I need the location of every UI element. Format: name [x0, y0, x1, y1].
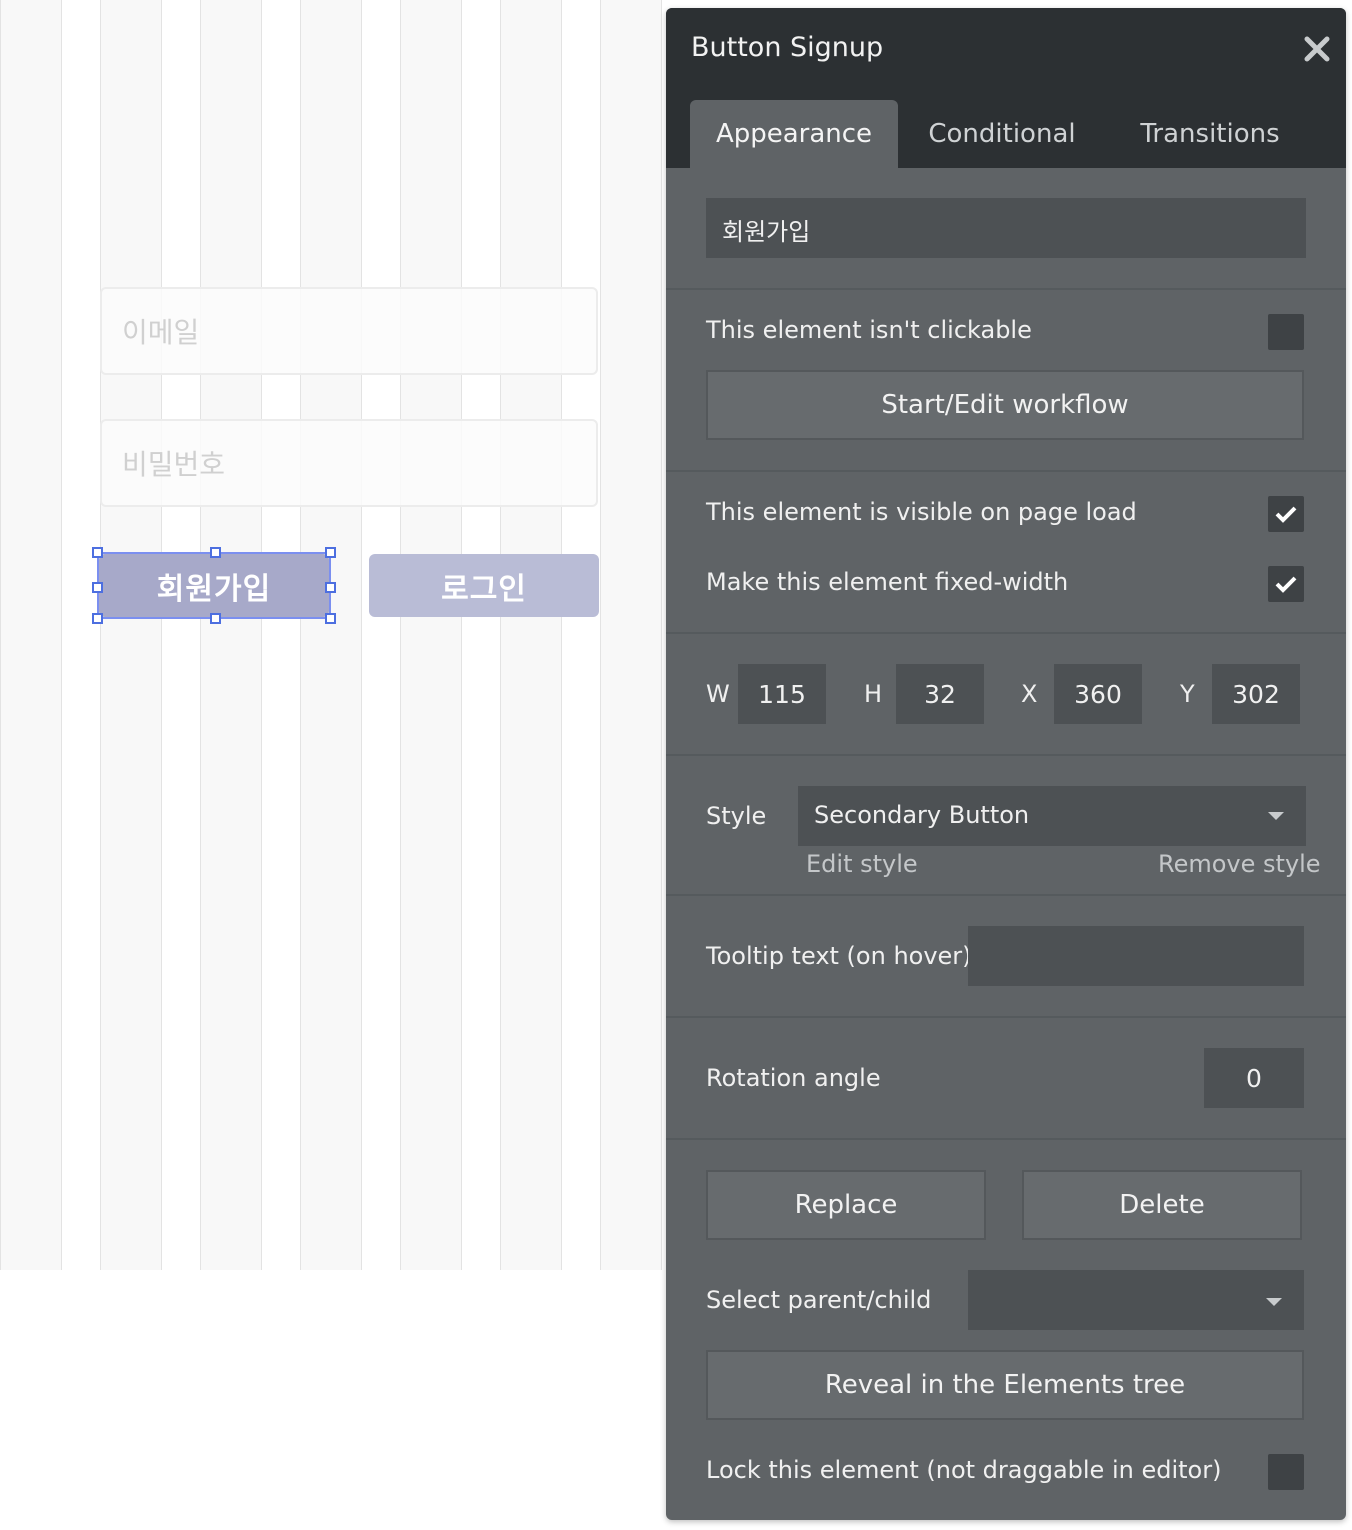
resize-handle-top[interactable] — [210, 547, 221, 558]
grid-column — [100, 0, 162, 1270]
selection-outline — [97, 552, 331, 619]
property-editor-panel: Button Signup Appearance Conditional Tra… — [666, 8, 1346, 1520]
style-dropdown-value: Secondary Button — [814, 801, 1030, 829]
section-divider — [666, 894, 1346, 896]
rotation-angle-input[interactable]: 0 — [1204, 1048, 1304, 1108]
not-clickable-checkbox[interactable] — [1268, 314, 1304, 350]
panel-title: Button Signup — [691, 32, 884, 63]
resize-handle-right[interactable] — [325, 582, 336, 593]
login-button[interactable]: 로그인 — [369, 554, 599, 617]
width-input[interactable]: 115 — [738, 664, 826, 724]
fixed-width-label: Make this element fixed-width — [706, 568, 1069, 596]
height-label: H — [864, 680, 883, 708]
chevron-down-icon — [1266, 1298, 1282, 1306]
y-input[interactable]: 302 — [1212, 664, 1300, 724]
button-text-input[interactable]: 회원가입 — [706, 198, 1306, 258]
style-dropdown[interactable]: Secondary Button — [798, 786, 1306, 846]
height-input[interactable]: 32 — [896, 664, 984, 724]
resize-handle-top-right[interactable] — [325, 547, 336, 558]
rotation-angle-label: Rotation angle — [706, 1064, 881, 1092]
chevron-down-icon — [1268, 812, 1284, 820]
section-divider — [666, 1016, 1346, 1018]
fixed-width-checkbox[interactable] — [1268, 566, 1304, 602]
grid-column — [600, 0, 662, 1270]
checkmark-icon — [1275, 576, 1297, 593]
select-parent-label: Select parent/child — [706, 1286, 932, 1314]
email-input[interactable]: 이메일 — [100, 287, 598, 375]
lock-element-checkbox[interactable] — [1268, 1454, 1304, 1490]
grid-column — [400, 0, 462, 1270]
delete-button[interactable]: Delete — [1022, 1170, 1302, 1240]
grid-column — [200, 0, 262, 1270]
section-divider — [666, 470, 1346, 472]
tooltip-input[interactable] — [968, 926, 1304, 986]
editor-canvas[interactable]: 이메일 비밀번호 회원가입 로그인 — [0, 0, 662, 1270]
y-label: Y — [1180, 680, 1195, 708]
section-divider — [666, 288, 1346, 290]
section-divider — [666, 632, 1346, 634]
section-divider — [666, 1138, 1346, 1140]
close-icon[interactable] — [1302, 34, 1332, 64]
resize-handle-bottom-right[interactable] — [325, 613, 336, 624]
visible-on-load-checkbox[interactable] — [1268, 496, 1304, 532]
tab-appearance[interactable]: Appearance — [690, 100, 898, 168]
not-clickable-label: This element isn't clickable — [706, 316, 1032, 344]
edit-style-link[interactable]: Edit style — [806, 850, 918, 878]
email-placeholder: 이메일 — [122, 316, 200, 349]
resize-handle-bottom-left[interactable] — [92, 613, 103, 624]
x-input[interactable]: 360 — [1054, 664, 1142, 724]
resize-handle-bottom[interactable] — [210, 613, 221, 624]
visible-on-load-label: This element is visible on page load — [706, 498, 1137, 526]
tab-conditional[interactable]: Conditional — [908, 100, 1096, 168]
resize-handle-top-left[interactable] — [92, 547, 103, 558]
tooltip-label: Tooltip text (on hover) — [706, 942, 972, 970]
checkmark-icon — [1275, 506, 1297, 523]
section-divider — [666, 754, 1346, 756]
style-label: Style — [706, 802, 767, 830]
tab-transitions[interactable]: Transitions — [1116, 100, 1304, 168]
replace-button[interactable]: Replace — [706, 1170, 986, 1240]
select-parent-dropdown[interactable] — [968, 1270, 1304, 1330]
password-placeholder: 비밀번호 — [122, 448, 226, 481]
width-label: W — [706, 680, 730, 708]
start-edit-workflow-button[interactable]: Start/Edit workflow — [706, 370, 1304, 440]
remove-style-link[interactable]: Remove style — [1158, 850, 1321, 878]
resize-handle-left[interactable] — [92, 582, 103, 593]
lock-element-label: Lock this element (not draggable in edit… — [706, 1456, 1222, 1484]
grid-column — [500, 0, 562, 1270]
grid-column — [0, 0, 62, 1270]
x-label: X — [1021, 680, 1038, 708]
grid-column — [300, 0, 362, 1270]
panel-header: Button Signup — [666, 8, 1346, 86]
password-input[interactable]: 비밀번호 — [100, 419, 598, 507]
panel-tabs: Appearance Conditional Transitions — [666, 86, 1346, 168]
reveal-in-elements-tree-button[interactable]: Reveal in the Elements tree — [706, 1350, 1304, 1420]
